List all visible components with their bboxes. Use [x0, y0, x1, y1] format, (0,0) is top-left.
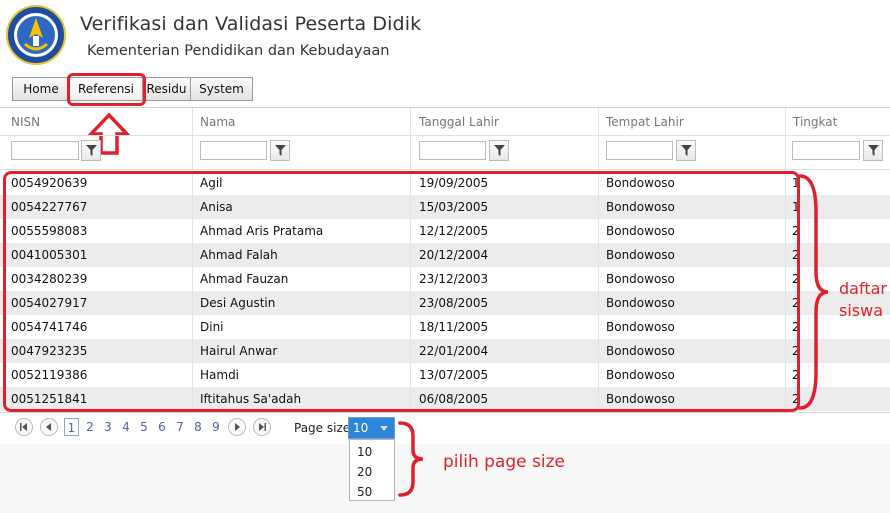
filter-tempat-lahir-button[interactable] [676, 140, 696, 161]
page-4-button[interactable]: 4 [120, 418, 132, 436]
menu-home-button[interactable]: Home [12, 77, 70, 101]
next-page-button[interactable] [228, 418, 246, 436]
app-subtitle: Kementerian Pendidikan dan Kebudayaan [87, 43, 390, 59]
last-page-button[interactable] [253, 418, 271, 436]
page-size-option-10[interactable]: 10 [357, 445, 372, 459]
kemdikbud-logo-icon [6, 5, 66, 65]
daftar-siswa-annotation: daftar siswa [839, 278, 887, 322]
filter-tingkat-button[interactable] [863, 140, 883, 161]
filter-tingkat-input[interactable] [792, 141, 860, 160]
right-brace-annotation-icon [798, 174, 829, 410]
page-3-button[interactable]: 3 [102, 418, 114, 436]
chevron-down-icon [380, 426, 388, 431]
page-2-button[interactable]: 2 [84, 418, 96, 436]
app-header: Verifikasi dan Validasi Peserta Didik Ke… [0, 0, 890, 70]
chevron-right-icon [235, 423, 240, 431]
page-size-value: 10 [353, 421, 369, 435]
column-separator [192, 108, 193, 170]
page-9-button[interactable]: 9 [210, 418, 222, 436]
pagination-bar [0, 412, 890, 445]
filter-funnel-icon [493, 145, 505, 156]
column-header-tempat-lahir[interactable]: Tempat Lahir [606, 108, 684, 136]
column-header-tanggal-lahir[interactable]: Tanggal Lahir [419, 108, 499, 136]
filter-tempat-lahir-input[interactable] [606, 141, 673, 160]
page-8-button[interactable]: 8 [192, 418, 204, 436]
filter-nisn-button[interactable] [81, 140, 101, 161]
pilih-page-size-annotation: pilih page size [443, 452, 565, 472]
page-5-button[interactable]: 5 [138, 418, 150, 436]
annotation-line: daftar [839, 279, 887, 298]
column-header-tingkat[interactable]: Tingkat [793, 108, 837, 136]
column-separator [598, 108, 599, 170]
filter-divider [0, 169, 890, 170]
header-divider [0, 135, 890, 136]
filter-nama-button[interactable] [270, 140, 290, 161]
column-separator [410, 108, 411, 170]
filter-funnel-icon [680, 145, 692, 156]
page-1-button[interactable]: 1 [64, 418, 79, 436]
menu-system-button[interactable]: System [190, 77, 253, 101]
chevron-left-icon [46, 423, 51, 431]
menu-residu-button[interactable]: Residu [142, 77, 191, 101]
column-header-nama[interactable]: Nama [200, 108, 235, 136]
previous-page-button[interactable] [40, 418, 58, 436]
annotation-line: siswa [839, 301, 884, 320]
page-size-label: Page size: [294, 421, 355, 435]
first-page-button[interactable] [15, 418, 33, 436]
right-brace-annotation-icon [398, 421, 424, 497]
page-7-button[interactable]: 7 [174, 418, 186, 436]
first-page-icon [20, 423, 27, 431]
last-page-icon [259, 423, 266, 431]
filter-funnel-icon [85, 145, 97, 156]
column-header-nisn[interactable]: NISN [11, 108, 40, 136]
filter-tanggal-lahir-input[interactable] [419, 141, 486, 160]
page-size-option-50[interactable]: 50 [357, 485, 372, 499]
student-list-highlight-box [3, 171, 800, 412]
filter-nama-input[interactable] [200, 141, 267, 160]
filter-funnel-icon [274, 145, 286, 156]
page-size-option-20[interactable]: 20 [357, 465, 372, 479]
page-size-dropdown: 10 20 50 [349, 439, 395, 501]
column-separator [785, 108, 786, 170]
filter-nisn-input[interactable] [11, 141, 79, 160]
filter-tanggal-lahir-button[interactable] [489, 140, 509, 161]
referensi-highlight-box [67, 73, 146, 106]
app-title: Verifikasi dan Validasi Peserta Didik [80, 13, 422, 35]
page-6-button[interactable]: 6 [156, 418, 168, 436]
filter-funnel-icon [867, 145, 879, 156]
